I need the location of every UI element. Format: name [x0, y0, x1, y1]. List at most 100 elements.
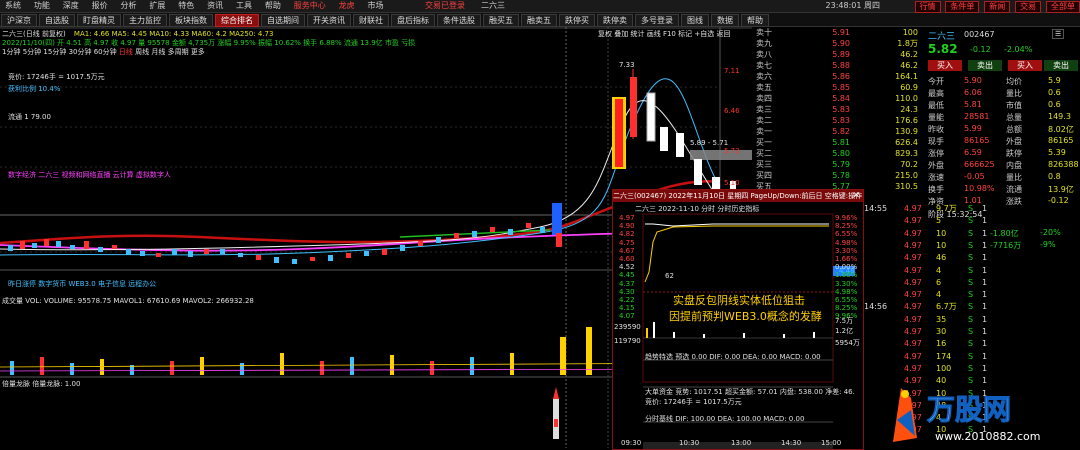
quote-label: 外盘 [1006, 136, 1022, 147]
buy-button[interactable]: 买入 [928, 60, 962, 71]
tab-5min[interactable]: 5分钟 [23, 48, 41, 56]
all-orders-button[interactable]: 全部单 [1046, 1, 1080, 13]
tick-row: 4.975S1 [862, 215, 1080, 227]
tab-weekly[interactable]: 周线 [135, 48, 149, 56]
tick-volume: 16 [936, 338, 946, 350]
menu-item-quote[interactable]: 报价 [87, 0, 113, 12]
menu-item-market[interactable]: 市场 [363, 0, 389, 12]
buy-button-2[interactable]: 买入 [1008, 60, 1042, 71]
quote-value: 86165 [964, 136, 989, 145]
chart-right-tabs: 复权 叠加 统计 画线 F10 标记 +自选 返回 [598, 29, 730, 39]
quote-label: 跌停 [1006, 148, 1022, 159]
tick-volume: 4 [936, 265, 941, 277]
menu-item-system[interactable]: 系统 [0, 0, 26, 12]
toolbar-button[interactable]: 融买五 [483, 14, 519, 27]
close-icon[interactable]: ✕ [852, 190, 860, 202]
tab-1min[interactable]: 1分钟 [2, 48, 20, 56]
toolbar-button[interactable]: 数据 [711, 14, 739, 27]
quote-value: 0.8 [1048, 172, 1061, 181]
tab-add-watch[interactable]: +自选 [694, 30, 714, 38]
toolbar-button[interactable]: 综合排名 [215, 14, 259, 27]
tab-stats[interactable]: 统计 [630, 30, 644, 38]
tick-flag: S [968, 338, 973, 350]
tick-row: 4.9730S1 [862, 326, 1080, 338]
axis-tick: 4.98% [835, 288, 857, 296]
menu-item-extend[interactable]: 扩展 [144, 0, 170, 12]
condition-order-button[interactable]: 条件单 [945, 1, 979, 13]
right-buttons: 行情 条件单 新闻 交易 全部单 [913, 1, 1080, 13]
toolbar-button[interactable]: 多号登录 [635, 14, 679, 27]
quote-label: 现手 [928, 136, 944, 147]
tab-overlay[interactable]: 叠加 [614, 30, 628, 38]
news-button[interactable]: 新闻 [984, 1, 1010, 13]
menu-item-analysis[interactable]: 分析 [116, 0, 142, 12]
tick-volume: 10 [936, 240, 946, 252]
tick-volume: 35 [936, 314, 946, 326]
menu-item-feature[interactable]: 特色 [173, 0, 199, 12]
tick-flag: S [968, 301, 973, 313]
tab-30min[interactable]: 30分钟 [69, 48, 92, 56]
toolbar-button[interactable]: 财联社 [353, 14, 389, 27]
quote-value: 826388 [1048, 160, 1079, 169]
toolbar-button[interactable]: 跌停买 [559, 14, 595, 27]
toolbar-button[interactable]: 条件选股 [437, 14, 481, 27]
tick-count: 1 [982, 326, 987, 338]
menu-item-help[interactable]: 帮助 [260, 0, 286, 12]
tick-price: 4.97 [904, 363, 922, 375]
menu-item-tools[interactable]: 工具 [231, 0, 257, 12]
toolbar-button[interactable]: 盯盘精灵 [77, 14, 121, 27]
tab-60min[interactable]: 60分钟 [94, 48, 117, 56]
toolbar-button[interactable]: 自选股 [39, 14, 75, 27]
tab-back[interactable]: 返回 [716, 30, 730, 38]
tab-more[interactable]: 更多 [191, 48, 205, 56]
menu-item-service[interactable]: 服务中心 [289, 0, 331, 12]
intraday-title-text: 二六三(002467) 2022年11月10日 星期四 PageUp/Down:… [613, 192, 862, 200]
toolbar-button[interactable]: 盘后指标 [391, 14, 435, 27]
menu-item-dragon[interactable]: 龙虎 [334, 0, 360, 12]
toolbar-button[interactable]: 融卖五 [521, 14, 557, 27]
tab-multi[interactable]: 多周期 [168, 48, 189, 56]
toolbar-button[interactable]: 主力监控 [123, 14, 167, 27]
toolbar-button[interactable]: 图线 [681, 14, 709, 27]
toolbar-button[interactable]: 沪深京 [1, 14, 37, 27]
menu-item-depth[interactable]: 深度 [58, 0, 84, 12]
time-tick: 13:00 [731, 439, 751, 447]
tick-flag: S [968, 252, 973, 264]
quote-value: 149.3 [1048, 112, 1071, 121]
tab-daily[interactable]: 日线 [119, 48, 133, 56]
quote-label: 内盘 [1006, 160, 1022, 171]
toolbar-button[interactable]: 跌停卖 [597, 14, 633, 27]
tick-time: 14:55 [864, 203, 887, 215]
axis-tick: 4.22 [619, 296, 635, 304]
quote-value: 0.6 [1048, 88, 1061, 97]
tick-volume: 6 [936, 277, 941, 289]
indicator-title: 倍量龙脉 倍量龙脉: 1.00 [2, 379, 80, 389]
quote-value: 5.39 [1048, 148, 1066, 157]
tab-draw[interactable]: 画线 [647, 30, 661, 38]
menu-item-news[interactable]: 资讯 [202, 0, 228, 12]
menu-item-function[interactable]: 功能 [29, 0, 55, 12]
quote-label: 最高 [928, 88, 944, 99]
toolbar-button[interactable]: 自选期间 [261, 14, 305, 27]
time-tick: 09:30 [621, 439, 641, 447]
intraday-window-title[interactable]: 二六三(002467) 2022年11月10日 星期四 PageUp/Down:… [613, 190, 863, 202]
tab-monthly[interactable]: 月线 [151, 48, 165, 56]
annotation-line-1: 实盘反包阴线实体低位狙击 [673, 292, 805, 308]
quote-button[interactable]: 行情 [915, 1, 941, 13]
tick-volume: 6.7万 [936, 301, 957, 313]
trade-button[interactable]: 交易 [1015, 1, 1041, 13]
tick-count: 1 [982, 240, 987, 252]
quote-value: 5.99 [964, 124, 982, 133]
quote-value: 10.98% [964, 184, 995, 193]
quote-value: 86165 [1048, 136, 1073, 145]
tab-mark[interactable]: 标记 [678, 30, 692, 38]
toolbar-button[interactable]: 板块指数 [169, 14, 213, 27]
date-line: 2022/11/10(四) 开 4.51 高 4.97 收 4.97 量 955… [2, 39, 415, 47]
tab-f10[interactable]: F10 [663, 30, 676, 38]
sell-button-2[interactable]: 卖出 [1044, 60, 1078, 71]
tab-adjust[interactable]: 复权 [598, 30, 612, 38]
quote-value: 8.02亿 [1048, 124, 1074, 135]
tab-15min[interactable]: 15分钟 [43, 48, 66, 56]
toolbar-button[interactable]: 开关资讯 [307, 14, 351, 27]
sell-button[interactable]: 卖出 [968, 60, 1002, 71]
